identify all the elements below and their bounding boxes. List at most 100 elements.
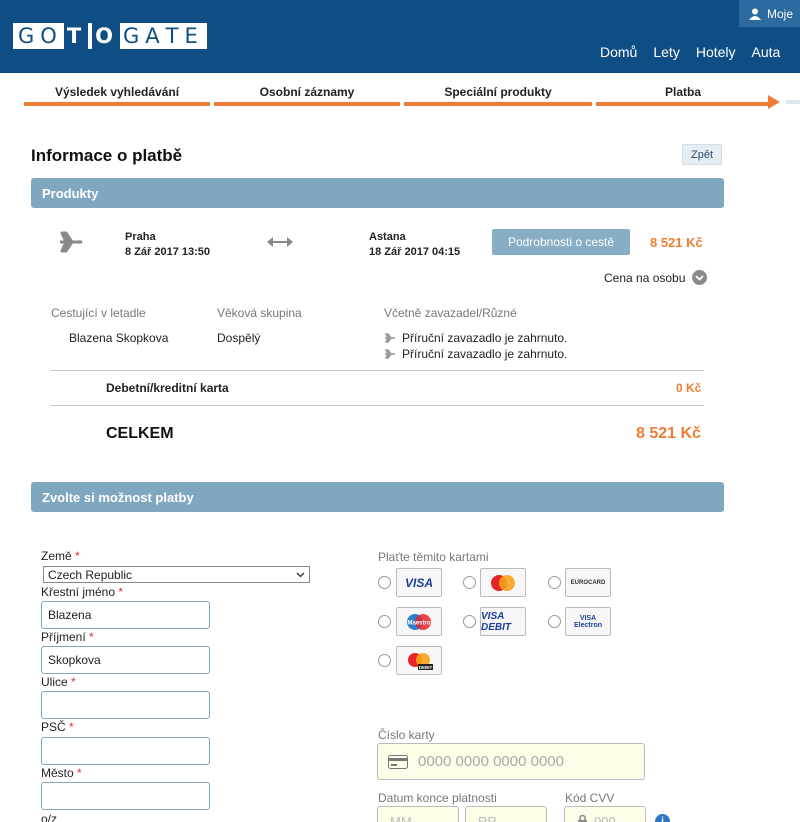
origin-datetime: 8 Zář 2017 13:50 xyxy=(125,246,211,258)
chevron-down-icon xyxy=(296,572,305,577)
baggage-text: Příruční zavazadlo je zahrnuto. xyxy=(402,347,568,361)
first-name-label: Křestní jméno * xyxy=(41,585,124,599)
card-number-label: Číslo karty xyxy=(378,728,435,742)
passenger-age-group: Dospělý xyxy=(217,331,261,345)
card-radio-visa-debit[interactable] xyxy=(463,615,476,628)
per-person-label: Cena na osobu xyxy=(604,270,686,285)
card-number-placeholder: 0000 0000 0000 0000 xyxy=(418,753,564,770)
baggage-item: Příruční zavazadlo je zahrnuto. xyxy=(384,331,567,345)
logo-letter: E xyxy=(184,24,202,48)
plane-icon xyxy=(58,229,84,258)
step-search-results[interactable]: Výsledek vyhledávání xyxy=(24,84,210,106)
user-icon xyxy=(749,8,761,20)
origin: Praha 8 Zář 2017 13:50 xyxy=(125,230,210,260)
expiry-month-input[interactable]: MM xyxy=(377,806,459,822)
lock-icon xyxy=(578,814,587,822)
destination-datetime: 18 Zář 2017 04:15 xyxy=(369,246,461,258)
nav-cars[interactable]: Auta xyxy=(752,44,781,60)
step-tail xyxy=(786,100,800,104)
cards-title: Plaťte těmito kartami xyxy=(378,550,489,564)
step-arrow-icon xyxy=(768,95,780,109)
city-label: Město * xyxy=(41,766,82,780)
first-name-input[interactable]: Blazena xyxy=(41,601,210,629)
street-input[interactable] xyxy=(41,691,210,719)
account-button[interactable]: Moje xyxy=(739,0,800,27)
card-fee-price: 0 Kč xyxy=(676,381,702,395)
nav-flights[interactable]: Lety xyxy=(653,44,679,60)
country-label: Země * xyxy=(41,549,80,563)
last-name-label: Příjmení * xyxy=(41,630,94,644)
total-price: 8 521 Kč xyxy=(636,425,701,442)
logo-letter: G xyxy=(18,24,39,48)
step-personal[interactable]: Osobní záznamy xyxy=(214,84,400,106)
price-per-person-toggle[interactable]: Cena na osobu xyxy=(604,270,708,285)
account-label: Moje xyxy=(767,6,794,21)
country-select[interactable]: Czech Republic xyxy=(43,566,310,583)
zip-label: PSČ * xyxy=(41,720,74,734)
progress-steps: Výsledek vyhledávání Osobní záznamy Spec… xyxy=(24,84,800,109)
logo-letter: A xyxy=(145,24,164,48)
nav-home[interactable]: Domů xyxy=(600,44,637,60)
card-radio-visa-electron[interactable] xyxy=(548,615,561,628)
expiry-label: Datum konce platnosti xyxy=(378,791,497,805)
cvv-input[interactable]: 000 xyxy=(564,806,646,822)
main-nav: Domů Lety Hotely Auta xyxy=(600,44,796,60)
mastercard-debit-logo[interactable]: DEBIT xyxy=(396,646,442,675)
logo-letter: O xyxy=(92,23,120,49)
credit-card-icon xyxy=(388,754,408,769)
visa-debit-logo[interactable]: VISA DEBIT xyxy=(480,607,526,636)
destination: Astana 18 Zář 2017 04:15 xyxy=(369,230,460,260)
cvv-label: Kód CVV xyxy=(565,791,615,805)
card-number-input[interactable]: 0000 0000 0000 0000 xyxy=(377,743,645,780)
card-radio-visa[interactable] xyxy=(378,576,391,589)
col-passenger: Cestující v letadle xyxy=(51,306,146,320)
destination-city: Astana xyxy=(369,231,406,243)
page-title: Informace o platbě xyxy=(31,146,183,165)
col-age-group: Věková skupina xyxy=(217,306,302,320)
zip-input[interactable] xyxy=(41,737,210,765)
logo-letter: G xyxy=(123,24,144,48)
svg-text:Maestro: Maestro xyxy=(407,620,430,626)
gotogate-logo[interactable]: G O T O G A T E xyxy=(13,23,207,49)
nav-hotels[interactable]: Hotely xyxy=(696,44,736,60)
expiry-year-placeholder: RR xyxy=(478,813,497,822)
logo-letter: T xyxy=(165,24,183,48)
visa-electron-logo[interactable]: VISA Electron xyxy=(565,607,611,636)
col-baggage: Včetně zavazadel/Různé xyxy=(384,306,517,320)
trip-details-button[interactable]: Podrobnosti o cestě xyxy=(492,229,630,255)
plane-small-icon xyxy=(384,349,395,359)
card-radio-mastercard-debit[interactable] xyxy=(378,654,391,667)
expiry-month-placeholder: MM xyxy=(390,813,412,822)
step-payment: Platba xyxy=(596,84,770,106)
expiry-year-input[interactable]: RR xyxy=(465,806,547,822)
back-button[interactable]: Zpět xyxy=(682,144,722,165)
divider xyxy=(51,405,704,406)
payment-section-header: Zvolte si možnost platby xyxy=(31,482,724,512)
cvv-placeholder: 000 xyxy=(594,813,616,822)
card-radio-eurocard[interactable] xyxy=(548,576,561,589)
plane-small-icon xyxy=(384,333,395,343)
origin-city: Praha xyxy=(125,231,156,243)
swap-arrows-icon xyxy=(267,236,293,250)
last-name-input[interactable]: Skopkova xyxy=(41,646,210,674)
chevron-down-icon xyxy=(692,270,708,285)
card-radio-mastercard[interactable] xyxy=(463,576,476,589)
visa-card-logo[interactable]: VISA xyxy=(396,568,442,597)
divider xyxy=(51,370,704,371)
city-input[interactable] xyxy=(41,782,210,810)
more-label: o/z xyxy=(41,812,58,822)
info-icon[interactable]: i xyxy=(655,814,670,822)
passenger-name: Blazena Skopkova xyxy=(69,331,169,345)
eurocard-logo[interactable]: EUROCARD xyxy=(565,568,611,597)
total-label: CELKEM xyxy=(106,425,174,442)
mastercard-logo[interactable] xyxy=(480,568,526,597)
step-extras[interactable]: Speciální produkty xyxy=(404,84,592,106)
logo-letter: T xyxy=(63,23,89,49)
site-header: G O T O G A T E Moje Domů Lety Hotely Au… xyxy=(0,0,800,73)
card-fee-label: Debetní/kreditní karta xyxy=(106,381,229,395)
maestro-logo[interactable]: Maestro xyxy=(396,607,442,636)
baggage-text: Příruční zavazadlo je zahrnuto. xyxy=(402,331,568,345)
card-radio-maestro[interactable] xyxy=(378,615,391,628)
products-section-header: Produkty xyxy=(31,178,724,208)
country-value: Czech Republic xyxy=(48,567,133,582)
